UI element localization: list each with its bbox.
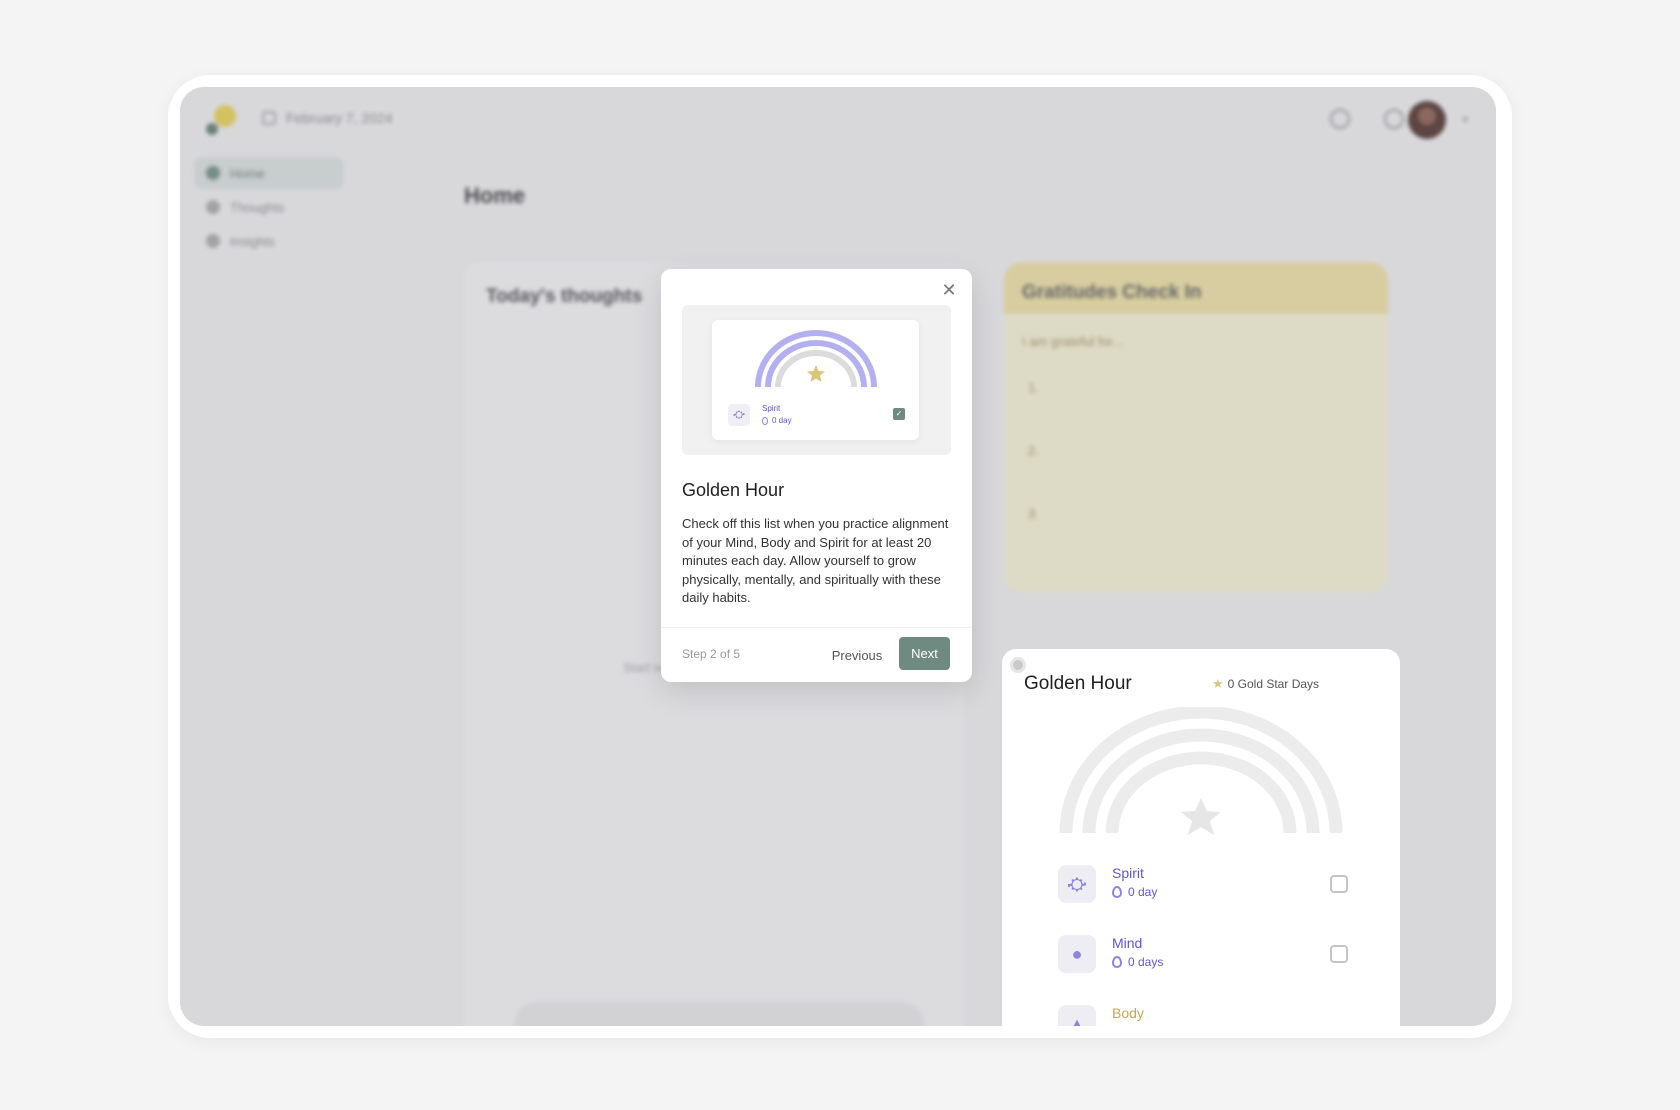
habit-checkbox[interactable] — [1330, 945, 1348, 963]
preview-streak-label: 0 day — [772, 416, 792, 425]
preview-habit-streak: 0 day — [762, 416, 792, 425]
habit-checkbox[interactable] — [1330, 875, 1348, 893]
tour-preview: ⛮ Spirit 0 day ✓ — [682, 305, 951, 455]
gold-star-days-label: 0 Gold Star Days — [1227, 677, 1320, 691]
tour-popover: ✕ ⛮ Spirit 0 day ✓ Golden Hour Check off… — [661, 269, 972, 682]
divider — [661, 627, 972, 628]
star-icon: ★ — [1212, 676, 1224, 691]
checkmark-icon: ✓ — [893, 408, 905, 420]
close-icon[interactable]: ✕ — [938, 279, 960, 301]
habit-streak: 0 day — [1112, 885, 1157, 899]
golden-hour-title: Golden Hour — [1024, 673, 1132, 694]
meditation-icon: ⛮ — [1058, 865, 1096, 903]
body-icon: ▲ — [1058, 1005, 1096, 1026]
habit-streak-label: 0 days — [1128, 955, 1164, 969]
habit-name: Mind — [1112, 935, 1143, 951]
mind-icon: ● — [1058, 935, 1096, 973]
habit-streak-label: 0 day — [1128, 885, 1158, 899]
tour-title: Golden Hour — [682, 480, 785, 500]
tour-description: Check off this list when you practice al… — [682, 516, 949, 605]
habit-mind: ● Mind 0 days — [1058, 935, 1348, 973]
next-button[interactable]: Next — [899, 637, 950, 670]
rainbow-icon — [755, 330, 877, 388]
habit-name: Body — [1112, 1005, 1144, 1021]
habit-spirit: ⛮ Spirit 0 day — [1058, 865, 1348, 903]
tour-beacon-icon — [1010, 657, 1026, 673]
tour-step-indicator: Step 2 of 5 — [682, 647, 741, 661]
habit-body: ▲ Body — [1058, 1005, 1348, 1026]
habit-streak: 0 days — [1112, 955, 1163, 969]
flame-icon — [762, 416, 768, 425]
preview-card: ⛮ Spirit 0 day ✓ — [712, 320, 919, 440]
rainbow-icon — [1059, 707, 1343, 835]
flame-icon — [1112, 886, 1122, 898]
meditation-icon: ⛮ — [728, 404, 750, 426]
gold-star-days: ★ 0 Gold Star Days — [1212, 676, 1319, 692]
flame-icon — [1112, 956, 1122, 968]
habit-name: Spirit — [1112, 865, 1144, 881]
golden-hour-card: Golden Hour ★ 0 Gold Star Days ⛮ Spirit … — [1002, 649, 1400, 1026]
previous-button[interactable]: Previous — [823, 640, 891, 670]
preview-habit-name: Spirit — [762, 404, 781, 413]
